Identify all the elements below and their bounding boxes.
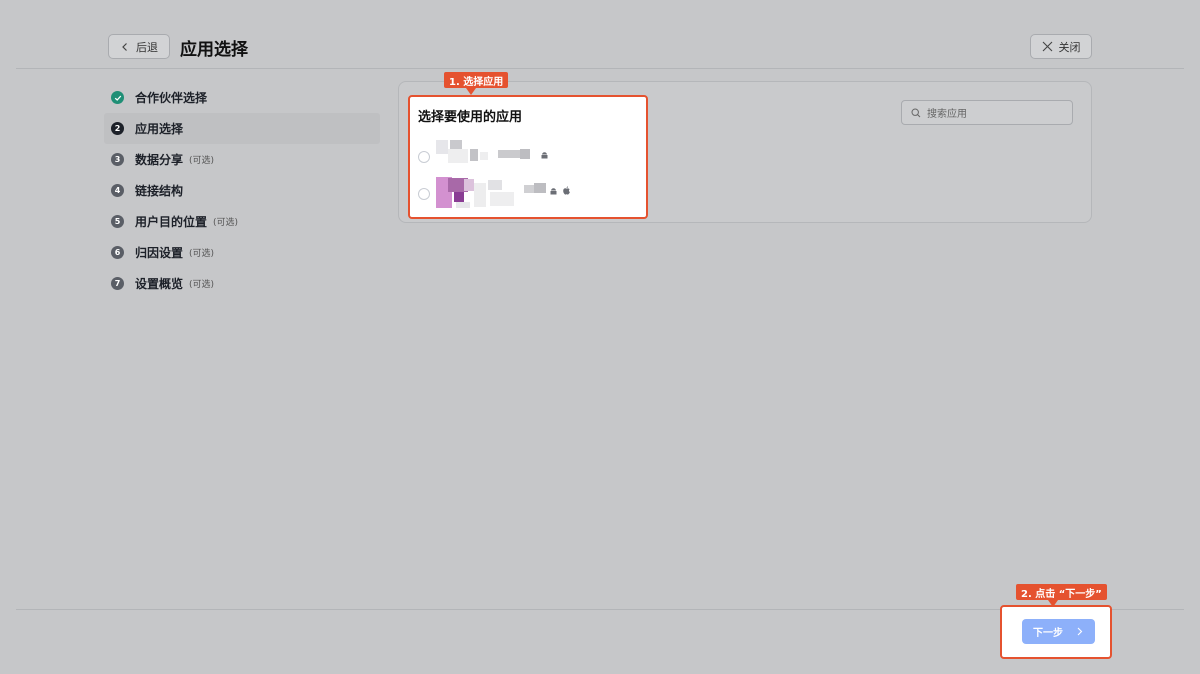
checkmark-icon: [114, 95, 121, 101]
apple-icon: [563, 186, 570, 195]
search-placeholder: 搜索应用: [927, 109, 967, 120]
chevron-left-icon: [122, 42, 127, 51]
android-icon: [541, 152, 548, 159]
callout-pointer: [466, 88, 476, 95]
app-icon-redacted: [470, 149, 478, 161]
page-title: 应用选择: [180, 40, 248, 60]
app-name-redacted: [520, 149, 530, 159]
back-button-label: 后退: [136, 40, 158, 54]
step-item-overview[interactable]: 7 设置概览 (可选): [104, 268, 380, 299]
step-number: 7: [111, 277, 124, 290]
android-icon: [550, 188, 557, 195]
app-selection-page: 后退 应用选择 关闭 合作伙伴选择 2 应用选择 3 数据分享 (可选) 4 链…: [0, 0, 1200, 674]
close-button-label: 关闭: [1058, 40, 1081, 54]
callout-next-step: 2. 点击 “下一步”: [1016, 584, 1107, 600]
step-label: 用户目的位置: [135, 215, 208, 229]
step-optional-tag: (可选): [189, 156, 215, 166]
step-number: 6: [111, 246, 124, 259]
close-icon: [1042, 41, 1052, 52]
next-button[interactable]: 下一步: [1022, 619, 1095, 644]
app-name-redacted: [534, 183, 546, 193]
header-divider: [16, 68, 1184, 69]
app-option[interactable]: [418, 179, 430, 209]
step-label: 应用选择: [135, 122, 184, 136]
app-icon-redacted: [436, 140, 448, 154]
app-name-redacted: [524, 185, 534, 193]
step-optional-tag: (可选): [189, 280, 215, 290]
step-item-attribution[interactable]: 6 归因设置 (可选): [104, 237, 380, 268]
app-radio[interactable]: [418, 151, 430, 163]
step-label: 数据分享: [135, 153, 184, 167]
step-list: 合作伙伴选择 2 应用选择 3 数据分享 (可选) 4 链接结构 5 用户目的位…: [104, 82, 380, 299]
callout-select-app: 1. 选择应用: [444, 72, 509, 88]
step-number: 3: [111, 153, 124, 166]
app-name-redacted: [488, 180, 502, 190]
step-label: 链接结构: [135, 184, 184, 198]
step-item-data-share[interactable]: 3 数据分享 (可选): [104, 144, 380, 175]
step-number: 2: [111, 122, 124, 135]
app-radio[interactable]: [418, 188, 430, 200]
step-done-badge: [111, 91, 124, 104]
app-icon-redacted: [464, 179, 474, 191]
app-name-redacted: [490, 192, 514, 206]
app-name-redacted: [480, 152, 488, 160]
app-icon-redacted: [450, 140, 462, 149]
step-optional-tag: (可选): [213, 218, 239, 228]
step-item-app[interactable]: 2 应用选择: [104, 113, 380, 144]
step-item-destination[interactable]: 5 用户目的位置 (可选): [104, 206, 380, 237]
step-number: 4: [111, 184, 124, 197]
app-icon-redacted: [456, 202, 470, 208]
step-label: 归因设置: [135, 246, 184, 260]
app-icon-redacted: [454, 192, 464, 202]
step-label: 设置概览: [135, 277, 184, 291]
app-icon-redacted: [448, 149, 468, 163]
next-button-label: 下一步: [1033, 628, 1063, 639]
close-button[interactable]: 关闭: [1030, 34, 1092, 59]
back-button[interactable]: 后退: [108, 34, 170, 59]
app-name-redacted: [474, 183, 486, 207]
search-input[interactable]: 搜索应用: [901, 100, 1073, 125]
app-option[interactable]: [418, 142, 430, 172]
app-selection-card: 选择要使用的应用: [408, 95, 648, 219]
search-icon: [911, 107, 921, 117]
step-item-link-structure[interactable]: 4 链接结构: [104, 175, 380, 206]
app-name-redacted: [498, 150, 520, 158]
card-title: 选择要使用的应用: [418, 110, 523, 125]
step-optional-tag: (可选): [189, 249, 215, 259]
step-label: 合作伙伴选择: [135, 91, 208, 105]
step-item-partner[interactable]: 合作伙伴选择: [104, 82, 380, 113]
step-number: 5: [111, 215, 124, 228]
chevron-right-icon: [1077, 627, 1083, 636]
